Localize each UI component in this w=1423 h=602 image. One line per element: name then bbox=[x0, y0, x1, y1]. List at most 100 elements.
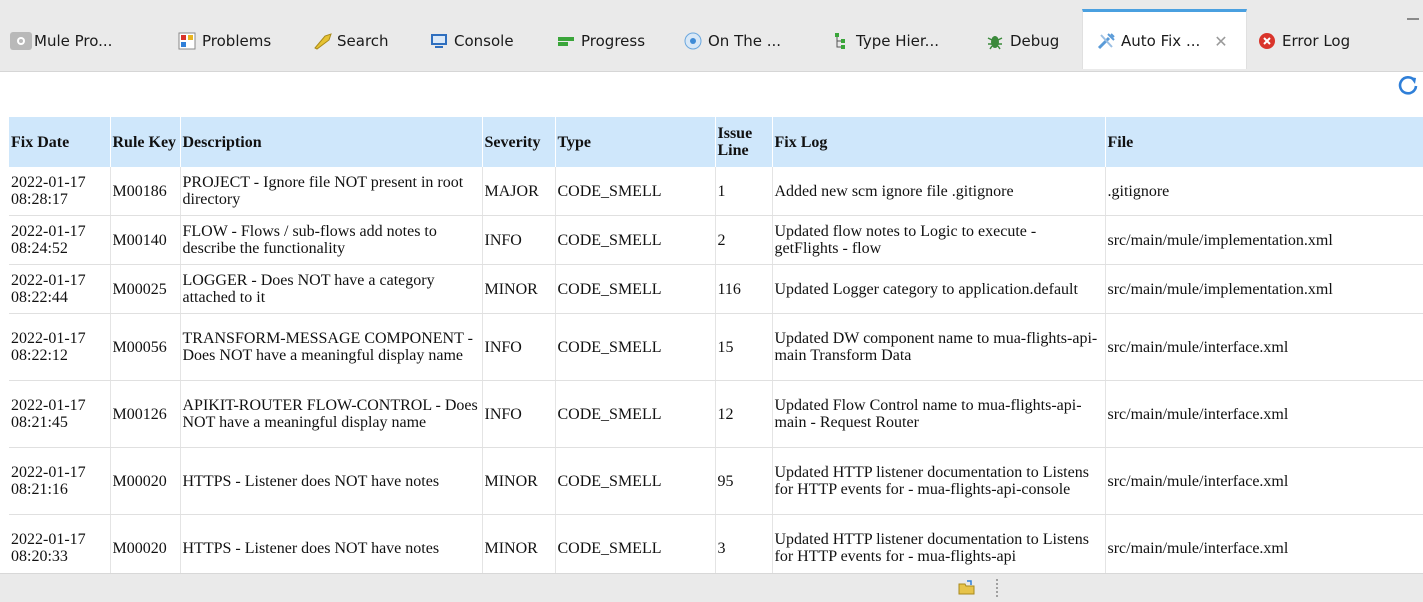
column-header-rule-key[interactable]: Rule Key bbox=[110, 117, 181, 167]
cell-description: APIKIT-ROUTER FLOW-CONTROL - Does NOT ha… bbox=[180, 380, 483, 448]
tab-auto-fix[interactable]: Auto Fix ... ✕ bbox=[1082, 9, 1247, 69]
tab-type-hierarchy[interactable]: Type Hier... bbox=[832, 11, 939, 71]
cell-severity: MINOR bbox=[482, 264, 556, 314]
cell-issue-line: 1 bbox=[715, 167, 773, 216]
tab-label: Search bbox=[337, 32, 389, 50]
table-row[interactable]: 2022-01-17 08:28:17 M00186 PROJECT - Ign… bbox=[9, 167, 1423, 216]
cell-fix-date: 2022-01-17 08:22:44 bbox=[9, 264, 111, 314]
error-log-icon bbox=[1258, 32, 1276, 50]
cell-file: src/main/mule/implementation.xml bbox=[1105, 215, 1423, 265]
auto-fix-table: Fix Date Rule Key Description Severity T… bbox=[9, 117, 1423, 573]
tab-debug[interactable]: Debug bbox=[986, 11, 1059, 71]
table-row[interactable]: 2022-01-17 08:21:16 M00020 HTTPS - Liste… bbox=[9, 447, 1423, 515]
refresh-icon[interactable] bbox=[1397, 74, 1419, 96]
cell-rule-key: M00056 bbox=[110, 313, 181, 381]
tab-label: Type Hier... bbox=[856, 32, 939, 50]
cell-type: CODE_SMELL bbox=[555, 264, 716, 314]
cell-description: HTTPS - Listener does NOT have notes bbox=[180, 514, 483, 573]
table-row[interactable]: 2022-01-17 08:24:52 M00140 FLOW - Flows … bbox=[9, 215, 1423, 265]
cell-issue-line: 12 bbox=[715, 380, 773, 448]
cell-type: CODE_SMELL bbox=[555, 514, 716, 573]
cell-file: src/main/mule/interface.xml bbox=[1105, 514, 1423, 573]
mule-properties-icon bbox=[10, 32, 32, 50]
tab-label: On The ... bbox=[708, 32, 782, 50]
cell-fix-date: 2022-01-17 08:21:16 bbox=[9, 447, 111, 515]
column-header-type[interactable]: Type bbox=[555, 117, 716, 167]
close-icon[interactable]: ✕ bbox=[1214, 32, 1227, 51]
cell-fix-log: Updated Flow Control name to mua-flights… bbox=[772, 380, 1106, 448]
cell-type: CODE_SMELL bbox=[555, 313, 716, 381]
cell-rule-key: M00126 bbox=[110, 380, 181, 448]
column-header-file[interactable]: File bbox=[1105, 117, 1423, 167]
view-tab-bar: Mule Pro... Problems Search Console Prog… bbox=[0, 0, 1423, 72]
cell-fix-log: Updated flow notes to Logic to execute -… bbox=[772, 215, 1106, 265]
cell-severity: MINOR bbox=[482, 447, 556, 515]
cell-fix-date: 2022-01-17 08:28:17 bbox=[9, 167, 111, 216]
cell-fix-date: 2022-01-17 08:24:52 bbox=[9, 215, 111, 265]
on-the-icon bbox=[684, 32, 702, 50]
cell-description: PROJECT - Ignore file NOT present in roo… bbox=[180, 167, 483, 216]
cell-fix-log: Updated Logger category to application.d… bbox=[772, 264, 1106, 314]
cell-fix-date: 2022-01-17 08:22:12 bbox=[9, 313, 111, 381]
cell-issue-line: 2 bbox=[715, 215, 773, 265]
cell-description: TRANSFORM-MESSAGE COMPONENT - Does NOT h… bbox=[180, 313, 483, 381]
cell-description: LOGGER - Does NOT have a category attach… bbox=[180, 264, 483, 314]
column-header-fix-date[interactable]: Fix Date bbox=[9, 117, 111, 167]
minimize-icon[interactable] bbox=[1407, 18, 1419, 20]
column-header-description[interactable]: Description bbox=[180, 117, 483, 167]
table-row[interactable]: 2022-01-17 08:21:45 M00126 APIKIT-ROUTER… bbox=[9, 380, 1423, 448]
cell-type: CODE_SMELL bbox=[555, 215, 716, 265]
tab-label: Debug bbox=[1010, 32, 1060, 50]
problems-icon bbox=[178, 32, 196, 50]
tab-label: Mule Pro... bbox=[34, 32, 113, 50]
cell-fix-date: 2022-01-17 08:21:45 bbox=[9, 380, 111, 448]
cell-severity: MAJOR bbox=[482, 167, 556, 216]
cell-rule-key: M00020 bbox=[110, 447, 181, 515]
tab-mule-properties[interactable]: Mule Pro... bbox=[10, 11, 112, 71]
cell-type: CODE_SMELL bbox=[555, 447, 716, 515]
cell-file: .gitignore bbox=[1105, 167, 1423, 216]
cell-rule-key: M00025 bbox=[110, 264, 181, 314]
cell-file: src/main/mule/implementation.xml bbox=[1105, 264, 1423, 314]
tab-on-the[interactable]: On The ... bbox=[684, 11, 781, 71]
cell-description: HTTPS - Listener does NOT have notes bbox=[180, 447, 483, 515]
cell-fix-log: Updated HTTP listener documentation to L… bbox=[772, 447, 1106, 515]
column-header-issue-line[interactable]: Issue Line bbox=[715, 117, 773, 167]
cell-severity: INFO bbox=[482, 313, 556, 381]
cell-file: src/main/mule/interface.xml bbox=[1105, 380, 1423, 448]
console-icon bbox=[430, 32, 448, 50]
column-header-severity[interactable]: Severity bbox=[482, 117, 556, 167]
table-row[interactable]: 2022-01-17 08:20:33 M00020 HTTPS - Liste… bbox=[9, 514, 1423, 573]
cell-fix-log: Updated HTTP listener documentation to L… bbox=[772, 514, 1106, 573]
toolbar-grip[interactable] bbox=[996, 579, 1000, 597]
cell-type: CODE_SMELL bbox=[555, 167, 716, 216]
cell-rule-key: M00186 bbox=[110, 167, 181, 216]
table-header-row: Fix Date Rule Key Description Severity T… bbox=[9, 117, 1423, 167]
tab-console[interactable]: Console bbox=[430, 11, 514, 71]
tab-label: Auto Fix ... bbox=[1121, 32, 1201, 50]
cell-type: CODE_SMELL bbox=[555, 380, 716, 448]
status-bar bbox=[0, 573, 1423, 602]
auto-fix-icon bbox=[1097, 32, 1115, 50]
cell-severity: INFO bbox=[482, 215, 556, 265]
type-hierarchy-icon bbox=[832, 32, 850, 50]
debug-icon bbox=[986, 32, 1004, 50]
tab-search[interactable]: Search bbox=[313, 11, 389, 71]
search-icon bbox=[313, 32, 332, 50]
open-folder-icon[interactable] bbox=[958, 579, 976, 597]
progress-icon bbox=[557, 32, 575, 50]
table-row[interactable]: 2022-01-17 08:22:12 M00056 TRANSFORM-MES… bbox=[9, 313, 1423, 381]
tab-progress[interactable]: Progress bbox=[557, 11, 645, 71]
cell-description: FLOW - Flows / sub-flows add notes to de… bbox=[180, 215, 483, 265]
tab-error-log[interactable]: Error Log bbox=[1258, 11, 1350, 71]
cell-severity: INFO bbox=[482, 380, 556, 448]
cell-fix-log: Added new scm ignore file .gitignore bbox=[772, 167, 1106, 216]
table-row[interactable]: 2022-01-17 08:22:44 M00025 LOGGER - Does… bbox=[9, 264, 1423, 314]
tab-label: Error Log bbox=[1282, 32, 1351, 50]
cell-issue-line: 15 bbox=[715, 313, 773, 381]
cell-severity: MINOR bbox=[482, 514, 556, 573]
tab-label: Problems bbox=[202, 32, 272, 50]
tab-problems[interactable]: Problems bbox=[178, 11, 271, 71]
cell-issue-line: 116 bbox=[715, 264, 773, 314]
column-header-fix-log[interactable]: Fix Log bbox=[772, 117, 1106, 167]
